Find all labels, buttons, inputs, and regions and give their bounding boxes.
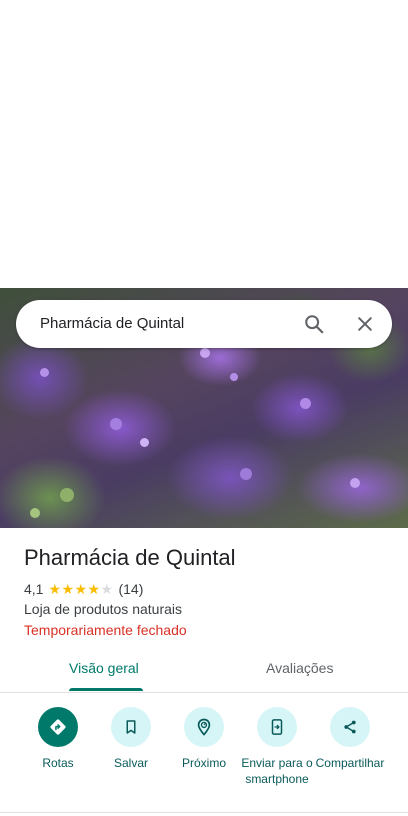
search-bar[interactable]: Pharmácia de Quintal bbox=[16, 300, 392, 348]
star-icon: ★ bbox=[87, 581, 101, 597]
send-to-phone-button[interactable]: Enviar para o smartphone bbox=[237, 707, 317, 787]
close-icon[interactable] bbox=[353, 312, 377, 336]
search-input[interactable]: Pharmácia de Quintal bbox=[40, 315, 184, 332]
save-label: Salvar bbox=[113, 756, 148, 770]
star-empty-icon: ★ bbox=[100, 581, 114, 597]
search-icon[interactable] bbox=[302, 312, 326, 336]
share-label: Compartilhar bbox=[315, 756, 385, 770]
tab-active-indicator bbox=[69, 688, 143, 691]
rating-row[interactable]: 4,1 ★ ★ ★ ★ ★ (14) bbox=[24, 580, 143, 598]
status-text: Temporariamente fechado bbox=[24, 622, 187, 638]
send-to-phone-icon bbox=[257, 707, 297, 747]
map-area bbox=[0, 0, 408, 288]
nearby-icon bbox=[184, 707, 224, 747]
save-button[interactable]: Salvar bbox=[91, 707, 171, 771]
rating-stars: ★ ★ ★ ★ ★ bbox=[48, 582, 113, 596]
tab-reviews[interactable]: Avaliações bbox=[266, 660, 333, 676]
star-icon: ★ bbox=[74, 581, 88, 597]
review-count[interactable]: (14) bbox=[118, 581, 143, 597]
directions-icon bbox=[38, 707, 78, 747]
bottom-divider bbox=[0, 812, 408, 813]
star-icon: ★ bbox=[48, 581, 62, 597]
share-button[interactable]: Compartilhar bbox=[310, 707, 390, 771]
directions-label: Rotas bbox=[42, 756, 74, 770]
tab-overview[interactable]: Visão geral bbox=[69, 660, 139, 676]
rating-value: 4,1 bbox=[24, 581, 44, 597]
send-to-phone-label: Enviar para o smartphone bbox=[241, 756, 313, 786]
place-category: Loja de produtos naturais bbox=[24, 601, 182, 617]
star-icon: ★ bbox=[61, 581, 75, 597]
place-title: Pharmácia de Quintal bbox=[24, 545, 236, 570]
directions-button[interactable]: Rotas bbox=[18, 707, 98, 771]
tabs-divider bbox=[0, 692, 408, 693]
bookmark-icon bbox=[111, 707, 151, 747]
share-icon bbox=[330, 707, 370, 747]
nearby-button[interactable]: Próximo bbox=[164, 707, 244, 771]
nearby-label: Próximo bbox=[181, 756, 226, 770]
